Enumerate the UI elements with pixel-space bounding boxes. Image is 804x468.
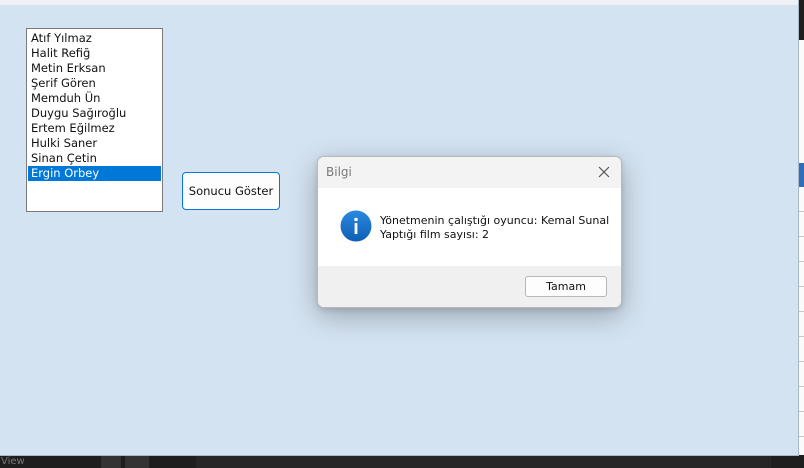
ok-button-label: Tamam bbox=[546, 280, 586, 293]
background-app-statusbar: View bbox=[0, 455, 804, 468]
taskbar-tile bbox=[125, 455, 149, 468]
dialog-message-line2: Yaptığı film sayısı: 2 bbox=[380, 228, 490, 241]
close-icon[interactable] bbox=[595, 163, 613, 181]
list-item[interactable]: Atıf Yılmaz bbox=[28, 31, 161, 46]
list-item[interactable]: Metin Erksan bbox=[28, 61, 161, 76]
taskbar-area bbox=[196, 455, 771, 468]
dialog-message-line1: Yönetmenin çalıştığı oyuncu: Kemal Sunal bbox=[380, 214, 610, 227]
window-top-edge bbox=[0, 0, 798, 5]
info-icon bbox=[340, 210, 372, 242]
list-item[interactable]: Hulki Saner bbox=[28, 136, 161, 151]
dialog-titlebar[interactable]: Bilgi bbox=[318, 157, 621, 188]
list-item[interactable]: Sinan Çetin bbox=[28, 151, 161, 166]
ok-button[interactable]: Tamam bbox=[525, 276, 607, 297]
list-item[interactable]: Halit Refiğ bbox=[28, 46, 161, 61]
status-label: View bbox=[1, 456, 25, 467]
dialog-footer: Tamam bbox=[318, 266, 621, 307]
taskbar-tile bbox=[101, 455, 121, 468]
show-result-button-label: Sonucu Göster bbox=[188, 184, 274, 198]
show-result-button[interactable]: Sonucu Göster bbox=[182, 172, 280, 210]
dialog-body: Yönetmenin çalıştığı oyuncu: Kemal Sunal… bbox=[318, 188, 621, 266]
director-listbox[interactable]: Atıf Yılmaz Halit Refiğ Metin Erksan Şerif … bbox=[26, 28, 163, 212]
info-dialog: Bilgi Yönetmenin çalıştığı oyuncu: Kemal… bbox=[317, 156, 622, 308]
list-item[interactable]: Ertem Eğilmez bbox=[28, 121, 161, 136]
list-item[interactable]: Şerif Gören bbox=[28, 76, 161, 91]
list-item[interactable]: Memduh Ün bbox=[28, 91, 161, 106]
list-item[interactable]: Ergin Orbey bbox=[28, 166, 161, 181]
dialog-title: Bilgi bbox=[326, 165, 352, 179]
list-item[interactable]: Duygu Sağıroğlu bbox=[28, 106, 161, 121]
